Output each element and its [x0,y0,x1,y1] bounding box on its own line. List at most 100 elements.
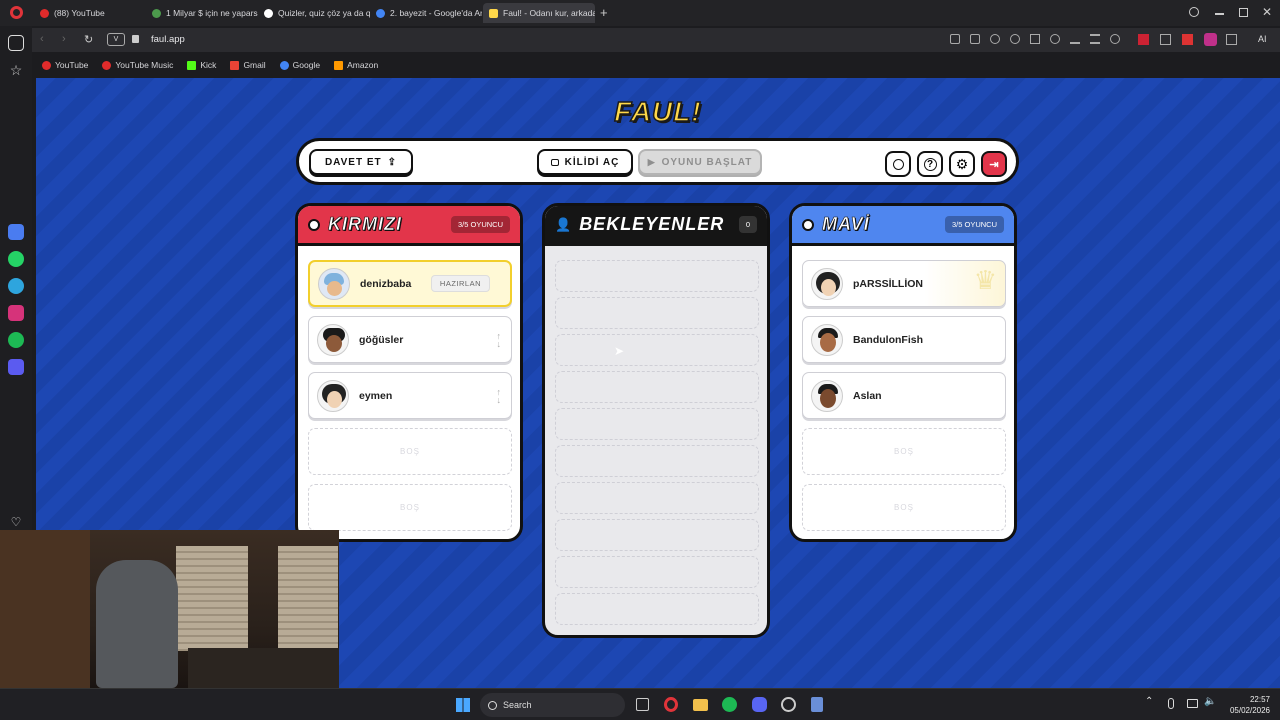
player-card[interactable]: pARSSİLLİON ♛ [802,260,1006,307]
clock-time: 22:57 [1249,695,1270,704]
heart-icon[interactable]: ♡ [8,514,24,530]
player-name: göğüsler [359,333,404,346]
player-card[interactable]: göğüsler ↑ ↓ [308,316,512,363]
network-icon[interactable] [1187,699,1198,708]
drag-handle-icon[interactable]: ↑ ↓ [497,332,502,349]
extension-grid-icon[interactable] [1160,34,1171,45]
kick-icon [187,60,197,70]
waiting-slot [555,445,759,477]
play-icon[interactable] [1030,34,1040,44]
help-button[interactable]: ? [917,151,943,177]
shield-icon[interactable] [990,34,1000,44]
player-card[interactable]: BandulonFish [802,316,1006,363]
player-icon[interactable] [8,359,24,375]
url-field[interactable]: faul.app [151,34,185,45]
taskbar-search[interactable]: Search [480,693,625,717]
chat-icon [892,158,904,170]
bookmark-youtube-music[interactable]: YouTube Music [102,60,173,70]
tab-faul[interactable]: Faul! - Odanı kur, arkadaşı [483,3,595,23]
player-card[interactable]: Aslan [802,372,1006,419]
tab-milyar[interactable]: 1 Milyar $ için ne yaparsın [146,3,258,23]
volume-icon[interactable]: 🔈 [1204,696,1216,707]
vpn-badge[interactable]: V [107,33,125,46]
file-explorer-icon[interactable] [693,699,708,711]
extensions-toolbar [950,34,1120,44]
vpn-icon[interactable] [1010,34,1020,44]
player-card[interactable]: denizbaba HAZIRLAN [308,260,512,307]
webcam-window-blinds [278,546,338,651]
bookmark-youtube[interactable]: YouTube [42,60,88,70]
windows-start-icon[interactable] [456,698,470,712]
empty-slot[interactable]: BOŞ [308,428,512,475]
new-tab-button[interactable]: + [600,5,608,20]
instagram-icon[interactable] [8,305,24,321]
drag-handle-icon[interactable]: ↑ ↓ [497,388,502,405]
extension-puzzle-icon[interactable] [1226,34,1237,45]
tab-youtube[interactable]: (88) YouTube [34,3,144,23]
calculator-taskbar-icon[interactable] [811,697,823,712]
heart-icon[interactable] [1050,34,1060,44]
extension-tp-icon[interactable] [1182,34,1193,45]
close-icon[interactable]: ✕ [1262,5,1272,19]
team-join-toggle[interactable] [802,218,814,231]
spotify-icon[interactable] [8,332,24,348]
tab-google[interactable]: 2. bayezit - Google'da Ara [370,3,482,23]
invite-button[interactable]: DAVET ET ⇪ [309,149,413,175]
waiting-slot [555,371,759,403]
edit-icon[interactable] [950,34,960,44]
empty-slot[interactable]: BOŞ [802,428,1006,475]
back-icon[interactable]: ‹ [40,33,44,45]
tab-label: Quizler, quiz çöz ya da qui [278,8,370,18]
download-icon[interactable] [1070,34,1080,44]
player-card[interactable]: eymen ↑ ↓ [308,372,512,419]
tab-quiz[interactable]: Quizler, quiz çöz ya da qui [258,3,370,23]
player-name: eymen [359,389,393,402]
settings-button[interactable]: ⚙ [949,151,975,177]
whatsapp-icon[interactable] [8,251,24,267]
reload-icon[interactable]: ↻ [84,33,93,46]
clock[interactable]: 22:57 05/02/2026 [1222,694,1270,716]
empty-slot[interactable]: BOŞ [308,484,512,531]
waiting-header: 👤 BEKLEYENLER 0 [545,206,767,246]
leave-room-button[interactable]: ⇥ [981,151,1007,177]
team-join-toggle[interactable] [308,218,320,231]
spotify-taskbar-icon[interactable] [722,697,737,712]
discord-taskbar-icon[interactable] [752,697,767,712]
webcam-sofa [188,648,339,688]
task-view-icon[interactable] [636,698,649,711]
messenger-icon[interactable] [8,224,24,240]
profile-icon[interactable] [1110,34,1120,44]
chat-button[interactable] [885,151,911,177]
obs-taskbar-icon[interactable] [781,697,796,712]
start-game-button[interactable]: ▶ OYUNU BAŞLAT [638,149,762,175]
opera-logo-icon[interactable] [10,6,23,19]
empty-slot-label: BOŞ [894,447,914,456]
tab-label: 1 Milyar $ için ne yaparsın [166,8,258,18]
microphone-icon[interactable] [1168,698,1174,709]
star-icon[interactable]: ☆ [8,62,24,78]
ready-status-badge[interactable]: HAZIRLAN [430,275,490,292]
home-icon[interactable] [8,35,24,51]
maximize-icon[interactable] [1239,8,1248,17]
lock-icon[interactable] [132,35,139,43]
tray-chevron-icon[interactable]: ⌃ [1145,696,1153,707]
ai-button[interactable]: AI [1258,34,1267,44]
extension-red-icon[interactable] [1138,34,1149,45]
empty-slot[interactable]: BOŞ [802,484,1006,531]
bookmark-google[interactable]: Google [279,60,320,70]
minimize-icon[interactable] [1215,13,1224,15]
player-name: denizbaba [360,277,412,290]
telegram-icon[interactable] [8,278,24,294]
bookmark-kick[interactable]: Kick [187,60,216,70]
bookmark-gmail[interactable]: Gmail [230,60,266,70]
unlock-button[interactable]: KİLİDİ AÇ [537,149,633,175]
search-tabs-icon[interactable] [1189,7,1199,17]
camera-icon[interactable] [970,34,980,44]
forward-icon[interactable]: › [62,33,66,45]
bookmark-amazon[interactable]: Amazon [334,60,378,70]
menu-icon[interactable] [1090,34,1100,44]
waiting-slot [555,334,759,366]
avatar [317,379,349,412]
opera-taskbar-icon[interactable] [664,697,678,712]
extension-ublock-icon[interactable] [1204,33,1217,46]
